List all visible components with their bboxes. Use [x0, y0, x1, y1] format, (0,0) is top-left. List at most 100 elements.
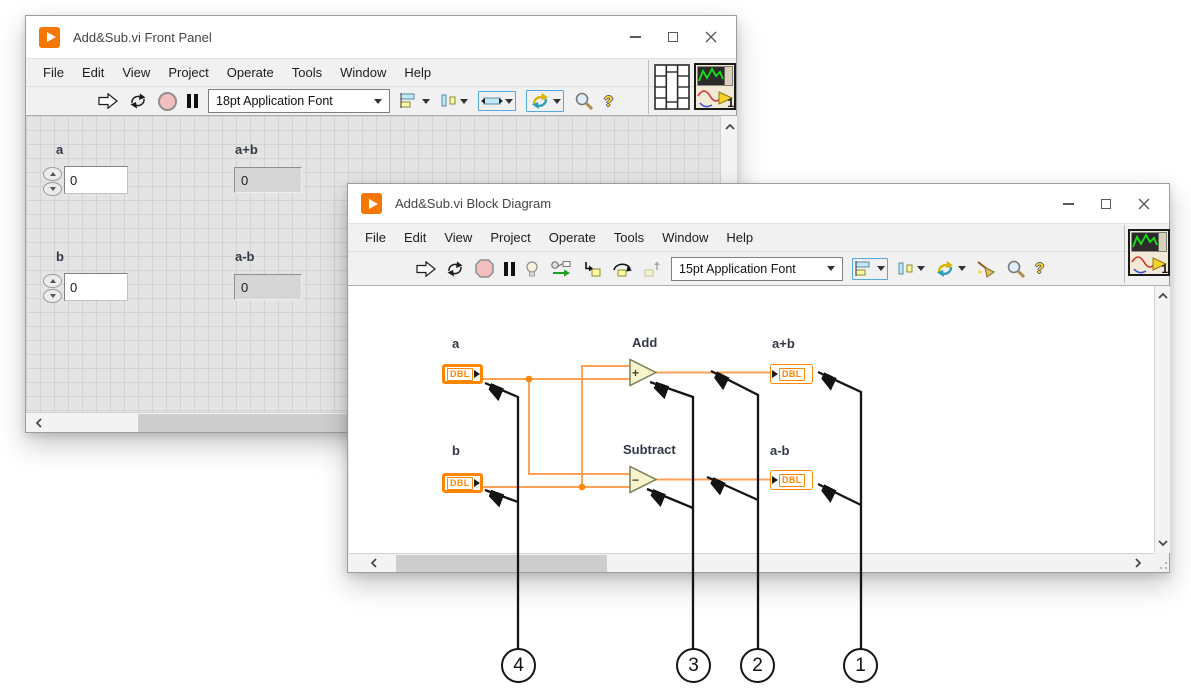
labview-logo-icon: [361, 193, 382, 214]
align-objects-button[interactable]: [400, 92, 430, 110]
scroll-left-icon[interactable]: [32, 413, 46, 432]
help-button[interactable]: ?: [604, 93, 613, 110]
scroll-left-icon[interactable]: [367, 554, 381, 572]
pause-button[interactable]: [504, 262, 515, 276]
menu-window[interactable]: Window: [653, 224, 717, 251]
callout-1: 1: [843, 648, 878, 683]
scroll-up-icon[interactable]: [1155, 290, 1171, 302]
distribute-objects-button[interactable]: [897, 260, 925, 278]
menu-window[interactable]: Window: [331, 59, 395, 86]
run-continuously-icon: [445, 260, 465, 278]
align-objects-icon: [855, 260, 875, 278]
increment-icon[interactable]: [43, 274, 62, 288]
menu-edit[interactable]: Edit: [73, 59, 113, 86]
terminal-arrow-icon: [772, 370, 778, 378]
indicator-sum-label: a+b: [235, 142, 258, 157]
scroll-right-icon[interactable]: [1131, 554, 1145, 572]
abort-icon: [158, 92, 177, 111]
minimize-button[interactable]: [616, 16, 654, 58]
connector-pane-icon[interactable]: [654, 64, 690, 110]
vertical-scrollbar[interactable]: [1154, 286, 1170, 553]
vi-icon[interactable]: 1: [694, 63, 736, 111]
search-icon: [1006, 259, 1026, 279]
maximize-button[interactable]: [654, 16, 692, 58]
control-a-spinner[interactable]: [43, 167, 63, 196]
horizontal-scrollbar[interactable]: [349, 553, 1154, 572]
menu-operate[interactable]: Operate: [218, 59, 283, 86]
control-a-terminal[interactable]: DBL: [442, 364, 483, 384]
help-icon: ?: [604, 93, 613, 110]
abort-icon: [474, 258, 495, 279]
run-button[interactable]: [416, 261, 436, 277]
menu-project[interactable]: Project: [159, 59, 217, 86]
menu-edit[interactable]: Edit: [395, 224, 435, 251]
run-button[interactable]: [98, 93, 118, 109]
front-panel-titlebar[interactable]: Add&Sub.vi Front Panel: [26, 16, 736, 58]
control-b-field[interactable]: 0: [64, 273, 128, 301]
highlight-execution-button[interactable]: [524, 260, 540, 278]
help-icon: ?: [1035, 260, 1044, 277]
menu-project[interactable]: Project: [481, 224, 539, 251]
reorder-objects-button[interactable]: [934, 260, 966, 278]
resize-objects-button[interactable]: [478, 91, 516, 111]
toolbar-separator: [648, 60, 649, 114]
scroll-down-icon[interactable]: [1155, 537, 1171, 549]
run-continuously-button[interactable]: [445, 260, 465, 278]
distribute-objects-button[interactable]: [440, 92, 468, 110]
resize-grip[interactable]: [1154, 553, 1170, 572]
indicator-diff-terminal[interactable]: DBL: [770, 470, 813, 490]
step-out-button[interactable]: [642, 261, 662, 277]
font-selector[interactable]: 18pt Application Font: [208, 89, 390, 113]
close-icon: [1138, 198, 1150, 210]
align-objects-button[interactable]: [852, 258, 888, 280]
block-diagram-titlebar[interactable]: Add&Sub.vi Block Diagram: [348, 184, 1169, 223]
menu-tools[interactable]: Tools: [283, 59, 331, 86]
decrement-icon[interactable]: [43, 182, 62, 196]
step-into-button[interactable]: [582, 261, 602, 277]
distribute-objects-icon: [897, 260, 915, 278]
front-panel-title: Add&Sub.vi Front Panel: [73, 30, 212, 45]
menu-file[interactable]: File: [356, 224, 395, 251]
menu-file[interactable]: File: [34, 59, 73, 86]
vi-icon[interactable]: 1: [1128, 229, 1170, 277]
search-button[interactable]: [574, 91, 594, 111]
abort-button[interactable]: [158, 92, 177, 111]
subtract-node-label: Subtract: [623, 442, 676, 457]
control-a-field[interactable]: 0: [64, 166, 128, 194]
terminal-a-label: a: [452, 336, 459, 351]
run-continuously-button[interactable]: [128, 92, 148, 110]
menu-help[interactable]: Help: [395, 59, 440, 86]
search-icon: [574, 91, 594, 111]
increment-icon[interactable]: [43, 167, 62, 181]
indicator-sum-terminal[interactable]: DBL: [770, 364, 813, 384]
clean-up-diagram-icon: [975, 260, 997, 278]
menu-view[interactable]: View: [113, 59, 159, 86]
control-b-terminal[interactable]: DBL: [442, 473, 483, 493]
font-selector[interactable]: 15pt Application Font: [671, 257, 843, 281]
close-button[interactable]: [692, 16, 730, 58]
indicator-diff-label: a-b: [235, 249, 255, 264]
maximize-button[interactable]: [1087, 184, 1125, 223]
search-button[interactable]: [1006, 259, 1026, 279]
decrement-icon[interactable]: [43, 289, 62, 303]
block-diagram-toolbar: 15pt Application Font: [348, 251, 1169, 286]
retain-wire-values-button[interactable]: [549, 260, 573, 277]
menu-view[interactable]: View: [435, 224, 481, 251]
block-diagram-window: Add&Sub.vi Block Diagram File Edit View …: [347, 183, 1170, 573]
abort-button[interactable]: [474, 258, 495, 279]
pause-button[interactable]: [187, 94, 198, 108]
menu-help[interactable]: Help: [717, 224, 762, 251]
terminal-arrow-icon: [772, 476, 778, 484]
scrollbar-thumb[interactable]: [396, 555, 607, 572]
step-over-button[interactable]: [611, 261, 633, 277]
help-button[interactable]: ?: [1035, 260, 1044, 277]
reorder-objects-button[interactable]: [526, 90, 564, 112]
minimize-button[interactable]: [1049, 184, 1087, 223]
clean-up-diagram-button[interactable]: [975, 260, 997, 278]
close-button[interactable]: [1125, 184, 1163, 223]
distribute-objects-icon: [440, 92, 458, 110]
menu-tools[interactable]: Tools: [605, 224, 653, 251]
menu-operate[interactable]: Operate: [540, 224, 605, 251]
scroll-up-icon[interactable]: [721, 120, 738, 134]
control-b-spinner[interactable]: [43, 274, 63, 303]
